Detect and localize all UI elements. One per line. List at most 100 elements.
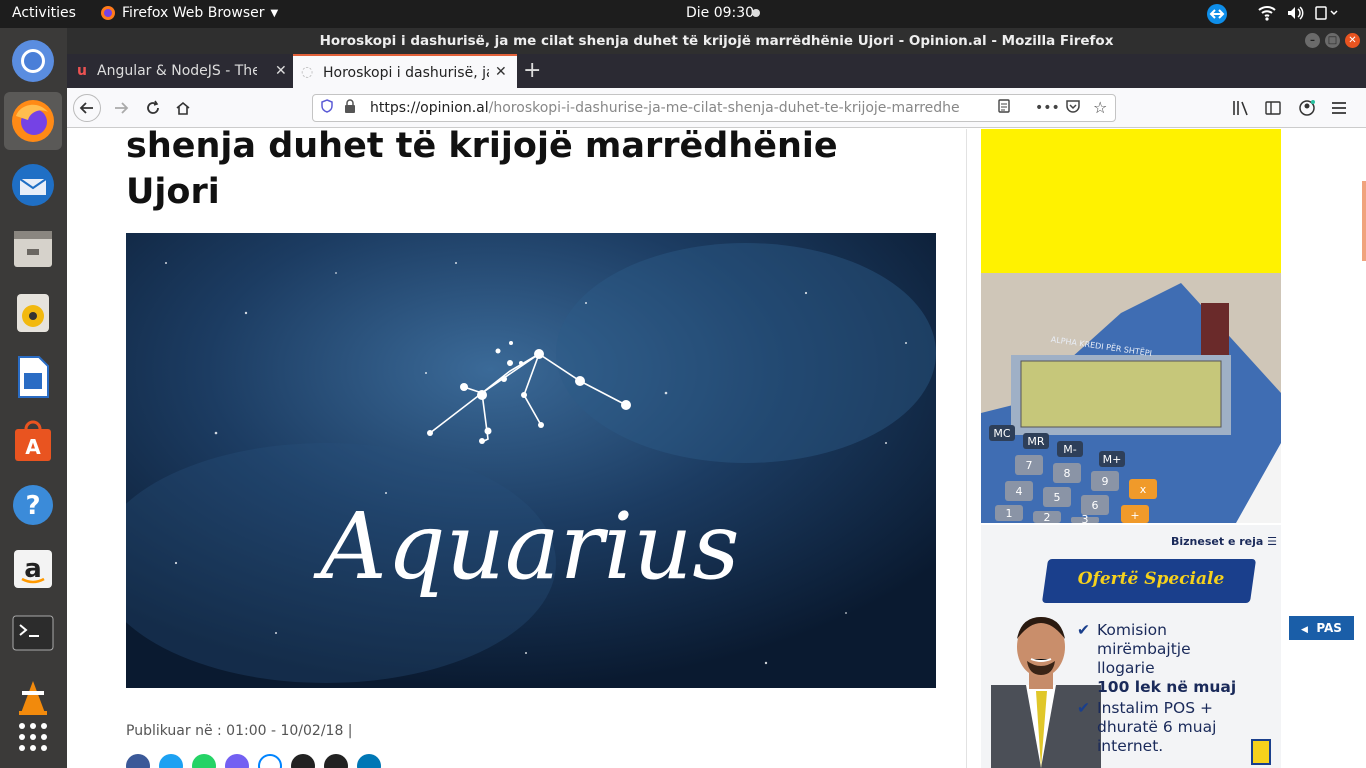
teamviewer-icon[interactable] — [1206, 3, 1228, 29]
close-tab-icon[interactable]: ✕ — [275, 54, 287, 88]
tab-angular[interactable]: u Angular & NodeJS - The M ✕ — [75, 54, 293, 88]
dock-software[interactable]: A — [4, 412, 62, 470]
page-content: shenja duhet të krijojë marrëdhënie Ujor… — [67, 129, 1366, 768]
messenger-share-icon[interactable] — [258, 754, 282, 768]
menu-button[interactable] — [1325, 94, 1353, 122]
window-title: Horoskopi i dashurisë, ja me cilat shenj… — [319, 33, 1114, 49]
bank-text: 100 lek në muaj — [1097, 678, 1237, 696]
chromium-icon — [12, 40, 54, 82]
dock-writer[interactable] — [4, 348, 62, 406]
minimize-button[interactable]: – — [1305, 33, 1320, 48]
yellow-ad-banner[interactable] — [981, 129, 1281, 273]
reader-view-icon[interactable] — [997, 96, 1011, 121]
chevron-down-icon: ▼ — [270, 7, 279, 19]
tab-bar: u Angular & NodeJS - The M ✕ ◌ Horoskopi… — [67, 54, 1366, 88]
article-hero-image[interactable]: Aquarius — [126, 233, 936, 688]
calculator-ad[interactable]: ALPHA KREDI PËR SHTËPI MC MR M- M+ 7 8 9… — [981, 273, 1281, 523]
back-arrow-icon — [79, 102, 93, 114]
aquarius-constellation-image: Aquarius — [126, 233, 936, 688]
link-share-icon[interactable] — [324, 754, 348, 768]
bank-text: mirëmbajtje — [1097, 640, 1191, 658]
linkedin-share-icon[interactable] — [357, 754, 381, 768]
sidebar-button[interactable] — [1259, 94, 1287, 122]
dock-rhythmbox[interactable] — [4, 284, 62, 342]
clock[interactable]: Die 09:30 — [686, 5, 754, 21]
volume-icon[interactable] — [1286, 4, 1304, 26]
svg-text:a: a — [24, 554, 42, 584]
publish-date: Publikuar në : 01:00 - 10/02/18 | — [126, 723, 353, 739]
dock-show-apps[interactable] — [4, 708, 62, 766]
new-tab-button[interactable]: + — [523, 54, 543, 88]
calc-key: 4 — [1016, 485, 1023, 498]
dock-chromium[interactable] — [4, 32, 62, 90]
account-icon — [1299, 100, 1315, 116]
email-share-icon[interactable] — [291, 754, 315, 768]
hamburger-icon — [1332, 102, 1346, 114]
library-button[interactable] — [1227, 94, 1255, 122]
dock-firefox[interactable] — [4, 92, 62, 150]
system-topbar: Activities Firefox Web Browser ▼ Die 09:… — [0, 0, 1366, 28]
house-calculator-image: ALPHA KREDI PËR SHTËPI MC MR M- M+ 7 8 9… — [981, 273, 1281, 523]
pas-button[interactable]: ◀ PAS — [1289, 616, 1354, 640]
close-tab-icon[interactable]: ✕ — [495, 56, 507, 88]
wifi-icon[interactable] — [1258, 4, 1276, 26]
calc-key: + — [1130, 509, 1139, 522]
firefox-icon — [101, 6, 115, 20]
pocket-icon[interactable] — [1065, 96, 1081, 121]
dock-amazon[interactable]: a — [4, 540, 62, 598]
system-menu-icon[interactable] — [1314, 4, 1340, 26]
chevron-left-icon: ◀ — [1301, 625, 1308, 635]
hamburger-icon: ☰ — [1267, 535, 1278, 548]
writer-icon — [18, 356, 49, 398]
home-icon — [176, 101, 190, 115]
bank-ad[interactable]: Bizneset e reja ☰ Ofertë Speciale ✔ Komi… — [981, 525, 1281, 768]
dock-files[interactable] — [4, 220, 62, 278]
calc-key: 6 — [1092, 499, 1099, 512]
calc-key: 2 — [1044, 511, 1051, 523]
headline-line-1: shenja duhet të krijojë marrëdhënie — [126, 129, 838, 166]
home-button[interactable] — [169, 94, 197, 122]
app-menu[interactable]: Firefox Web Browser ▼ — [100, 5, 278, 21]
check-icon: ✔ — [1077, 621, 1090, 639]
bookmark-star-icon[interactable]: ☆ — [1093, 95, 1107, 121]
facebook-share-icon[interactable] — [126, 754, 150, 768]
dock-terminal[interactable] — [4, 604, 62, 662]
bank-text: internet. — [1097, 737, 1164, 755]
forward-arrow-icon — [115, 102, 129, 114]
lock-icon — [344, 96, 356, 121]
dock: A ? a — [0, 28, 67, 768]
check-icon: ✔ — [1077, 699, 1090, 717]
tab-label: Angular & NodeJS - The M — [97, 63, 257, 79]
article-headline: shenja duhet të krijojë marrëdhënie Ujor… — [126, 129, 926, 215]
bank-text: dhuratë 6 muaj — [1097, 718, 1217, 736]
forward-button[interactable] — [107, 94, 135, 122]
twitter-share-icon[interactable] — [159, 754, 183, 768]
rhythmbox-icon — [17, 294, 49, 332]
bank-menu[interactable]: Bizneset e reja ☰ — [1171, 535, 1277, 548]
reload-button[interactable] — [139, 94, 167, 122]
tab-horoskopi[interactable]: ◌ Horoskopi i dashurisë, ja ✕ — [293, 54, 517, 88]
viber-share-icon[interactable] — [225, 754, 249, 768]
dock-help[interactable]: ? — [4, 476, 62, 534]
back-button[interactable] — [73, 94, 101, 122]
whatsapp-share-icon[interactable] — [192, 754, 216, 768]
calc-key: 9 — [1102, 475, 1109, 488]
page-scrollbar[interactable] — [1362, 181, 1366, 261]
maximize-button[interactable]: □ — [1325, 33, 1340, 48]
bank-text: Komision — [1097, 621, 1167, 639]
activities-button[interactable]: Activities — [12, 5, 76, 21]
bank-menu-label: Bizneset e reja — [1171, 535, 1264, 548]
close-window-button[interactable]: ✕ — [1345, 33, 1360, 48]
more-actions-icon[interactable]: ••• — [1035, 95, 1060, 121]
url-bar[interactable]: https://opinion.al/horoskopi-i-dashurise… — [312, 94, 1116, 122]
dock-thunderbird[interactable] — [4, 156, 62, 214]
sidebar-icon — [1265, 101, 1281, 115]
bank-text: Instalim POS + — [1097, 699, 1213, 717]
app-name: Firefox Web Browser — [122, 5, 265, 21]
account-button[interactable] — [1293, 94, 1321, 122]
files-icon — [14, 231, 52, 267]
calc-key: 3 — [1082, 513, 1089, 523]
bank-offer-item: ✔ Komision mirëmbajtje llogarie 100 lek … — [1077, 621, 1237, 697]
help-icon: ? — [13, 485, 53, 525]
calc-key: 5 — [1054, 491, 1061, 504]
